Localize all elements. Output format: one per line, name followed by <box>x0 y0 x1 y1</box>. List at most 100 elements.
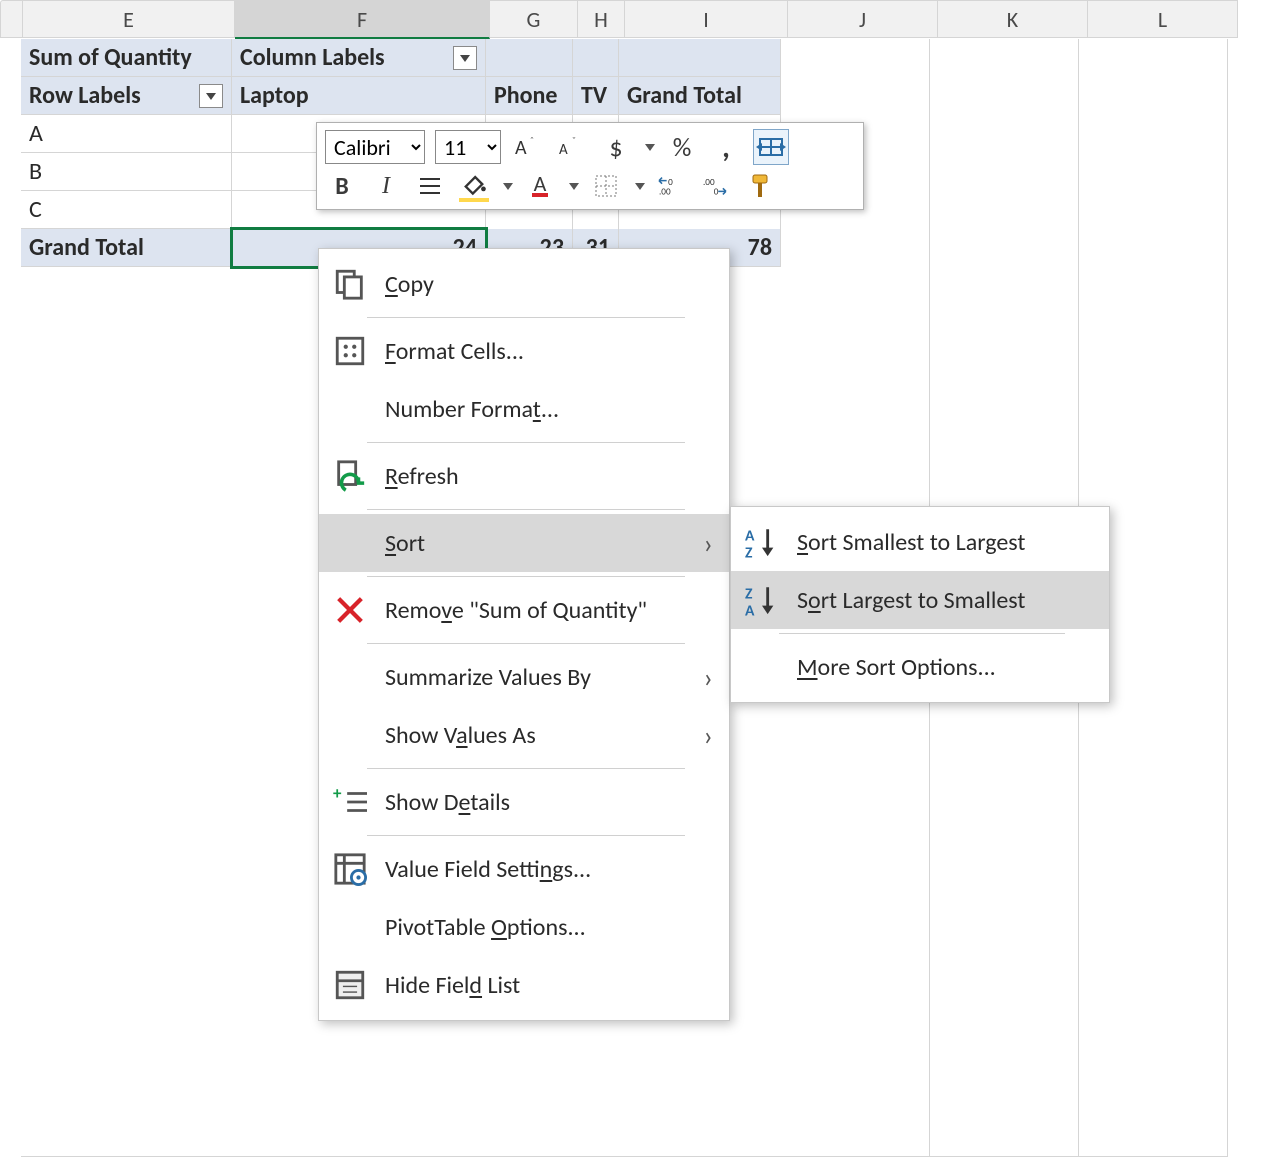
cell-i1[interactable] <box>619 39 781 77</box>
menu-copy-label: Copy <box>385 270 703 299</box>
svg-text:ˇ: ˇ <box>572 134 576 147</box>
col-header-i[interactable]: I <box>625 0 788 38</box>
menu-hide-list-label: Hide Field List <box>385 971 703 1000</box>
value-settings-icon <box>333 852 367 886</box>
row-header-gutter <box>0 0 23 38</box>
italic-icon[interactable]: I <box>369 169 403 203</box>
menu-sort[interactable]: Sort › <box>319 514 729 572</box>
menu-format-cells[interactable]: Format Cells... <box>319 322 729 380</box>
menu-show-as[interactable]: Show Values As › <box>319 706 729 764</box>
col-header-j[interactable]: J <box>788 0 938 38</box>
pivot-row-b[interactable]: B <box>21 153 232 191</box>
pivot-row-labels[interactable]: Row Labels <box>21 77 232 115</box>
context-menu: Copy Format Cells... Number Format... Re… <box>318 248 730 1021</box>
submenu-sort-asc[interactable]: AZ Sort Smallest to Largest <box>731 513 1109 571</box>
menu-number-format[interactable]: Number Format... <box>319 380 729 438</box>
menu-value-settings-label: Value Field Settings... <box>385 855 703 884</box>
chevron-right-icon: › <box>704 526 714 561</box>
refresh-icon <box>333 459 367 493</box>
menu-format-cells-label: Format Cells... <box>385 337 703 366</box>
mini-row-1: Calibri 11 Aˆ Aˇ $ % , <box>325 129 855 165</box>
pivot-row-a[interactable]: A <box>21 115 232 153</box>
submenu-sort-more[interactable]: More Sort Options... <box>731 638 1109 696</box>
chevron-right-icon: › <box>704 718 714 753</box>
menu-remove[interactable]: Remove "Sum of Quantity" <box>319 581 729 639</box>
pivot-column-labels[interactable]: Column Labels <box>232 39 486 77</box>
remove-icon <box>333 593 367 627</box>
menu-hide-list[interactable]: Hide Field List <box>319 956 729 1014</box>
menu-remove-label: Remove "Sum of Quantity" <box>385 596 703 625</box>
bold-icon[interactable]: B <box>325 169 359 203</box>
submenu-sort-desc-label: Sort Largest to Smallest <box>797 586 1083 615</box>
percent-format-icon[interactable]: % <box>665 130 699 164</box>
menu-summarize[interactable]: Summarize Values By › <box>319 648 729 706</box>
chevron-right-icon: › <box>704 660 714 695</box>
svg-text:A: A <box>515 136 527 160</box>
menu-value-settings[interactable]: Value Field Settings... <box>319 840 729 898</box>
menu-pivot-options-label: PivotTable Options... <box>385 913 703 942</box>
sort-asc-icon: AZ <box>745 525 779 559</box>
mini-row-2: B I A 0.00 .000 <box>325 169 855 203</box>
align-icon[interactable] <box>413 169 447 203</box>
pivot-row-c[interactable]: C <box>21 191 232 229</box>
submenu-sort-asc-label: Sort Smallest to Largest <box>797 528 1083 557</box>
decrease-decimal-icon[interactable]: 0.00 <box>655 169 689 203</box>
column-header-row: E F G H I J K L <box>0 0 1261 39</box>
sort-submenu: AZ Sort Smallest to Largest ZA Sort Larg… <box>730 506 1110 703</box>
caret-down-icon[interactable] <box>569 183 579 190</box>
svg-text:A: A <box>745 602 755 621</box>
format-cells-icon <box>333 334 367 368</box>
row-labels-dropdown[interactable] <box>199 84 223 108</box>
sort-desc-icon: ZA <box>745 583 779 617</box>
col-header-f[interactable]: F <box>235 0 490 39</box>
menu-number-format-label: Number Format... <box>385 395 703 424</box>
accounting-format-icon[interactable]: $ <box>599 130 633 164</box>
svg-text:Z: Z <box>745 544 753 563</box>
svg-text:+: + <box>333 783 342 804</box>
comma-format-icon[interactable]: , <box>709 130 743 164</box>
submenu-sort-more-label: More Sort Options... <box>797 653 1083 682</box>
cell-h1[interactable] <box>573 39 619 77</box>
format-painter-icon[interactable] <box>743 169 777 203</box>
field-tv[interactable]: TV <box>573 77 619 115</box>
col-header-h[interactable]: H <box>578 0 625 38</box>
col-header-e[interactable]: E <box>23 0 235 38</box>
svg-text:.00: .00 <box>659 186 671 197</box>
borders-icon[interactable] <box>589 169 623 203</box>
copy-icon <box>333 267 367 301</box>
field-laptop[interactable]: Laptop <box>232 77 486 115</box>
menu-refresh-label: Refresh <box>385 462 703 491</box>
field-grand-total[interactable]: Grand Total <box>619 77 781 115</box>
pivot-row-labels-text: Row Labels <box>29 81 141 110</box>
col-header-g[interactable]: G <box>490 0 578 38</box>
col-header-l[interactable]: L <box>1088 0 1238 38</box>
decrease-font-icon[interactable]: Aˇ <box>555 130 589 164</box>
hide-list-icon <box>333 968 367 1002</box>
svg-text:A: A <box>559 141 568 159</box>
increase-font-icon[interactable]: Aˆ <box>511 130 545 164</box>
font-name-select[interactable]: Calibri <box>325 130 425 164</box>
pivot-sum-label[interactable]: Sum of Quantity <box>21 39 232 77</box>
submenu-sort-desc[interactable]: ZA Sort Largest to Smallest <box>731 571 1109 629</box>
font-color-icon[interactable]: A <box>523 169 557 203</box>
font-size-select[interactable]: 11 <box>435 130 501 164</box>
caret-down-icon[interactable] <box>645 144 655 151</box>
grand-total-label[interactable]: Grand Total <box>21 229 232 267</box>
col-header-k[interactable]: K <box>938 0 1088 38</box>
menu-summarize-label: Summarize Values By <box>385 663 703 692</box>
caret-down-icon[interactable] <box>503 183 513 190</box>
menu-show-details-label: Show Details <box>385 788 703 817</box>
column-labels-dropdown[interactable] <box>453 46 477 70</box>
fill-color-icon[interactable] <box>457 169 491 203</box>
menu-pivot-options[interactable]: PivotTable Options... <box>319 898 729 956</box>
menu-show-details[interactable]: + Show Details <box>319 773 729 831</box>
field-phone[interactable]: Phone <box>486 77 573 115</box>
caret-down-icon[interactable] <box>635 183 645 190</box>
menu-show-as-label: Show Values As <box>385 721 703 750</box>
pivot-column-labels-text: Column Labels <box>240 43 385 72</box>
conditional-format-icon[interactable] <box>753 129 789 165</box>
cell-g1[interactable] <box>486 39 573 77</box>
increase-decimal-icon[interactable]: .000 <box>699 169 733 203</box>
menu-refresh[interactable]: Refresh <box>319 447 729 505</box>
menu-copy[interactable]: Copy <box>319 255 729 313</box>
